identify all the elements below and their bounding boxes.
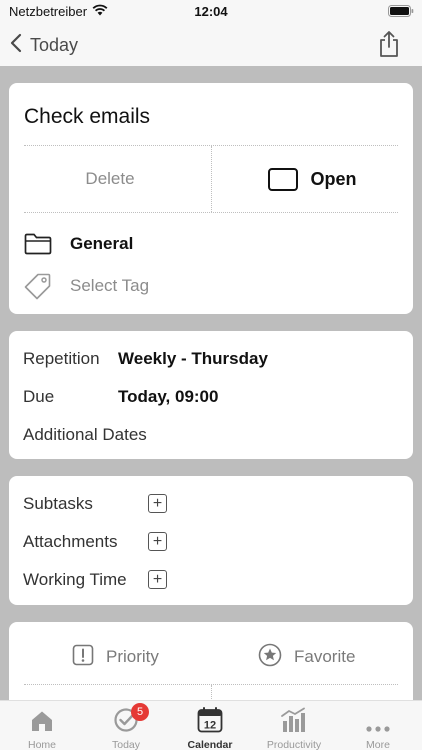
- share-button[interactable]: [378, 30, 400, 63]
- delete-button[interactable]: Delete: [9, 146, 211, 212]
- working-time-label: Working Time: [23, 570, 127, 589]
- star-icon: [258, 643, 282, 672]
- calendar-icon: 12: [197, 705, 223, 733]
- category-label: General: [70, 234, 134, 253]
- divider: [24, 212, 398, 213]
- tab-label: More: [366, 739, 390, 750]
- subtasks-label: Subtasks: [23, 494, 93, 513]
- calendar-day: 12: [204, 720, 216, 732]
- status-label: Open: [310, 168, 357, 189]
- favorite-label: Favorite: [294, 647, 356, 666]
- priority-label: Priority: [106, 647, 159, 666]
- battery-icon: [388, 5, 414, 20]
- checkbox-icon: [268, 167, 299, 191]
- more-icon: [365, 705, 391, 733]
- subtasks-row[interactable]: Subtasks: [23, 494, 93, 514]
- due-label[interactable]: Due: [23, 387, 54, 407]
- folder-icon: [24, 233, 70, 255]
- tab-bar: Home 5 Today 12 Calendar Productivity Mo…: [0, 700, 422, 750]
- divider: [211, 685, 212, 700]
- attachments-label: Attachments: [23, 532, 118, 551]
- status-bar: Netzbetreiber 12:04: [0, 0, 422, 24]
- plus-icon: +: [152, 532, 163, 550]
- extras-card: Subtasks + Attachments + Working Time +: [9, 476, 413, 605]
- priority-button[interactable]: Priority: [72, 642, 159, 672]
- repetition-value[interactable]: Weekly - Thursday: [118, 349, 268, 369]
- chevron-left-icon: [10, 33, 22, 58]
- tab-label: Home: [27, 739, 56, 750]
- tab-today[interactable]: 5 Today: [84, 703, 168, 750]
- back-button[interactable]: Today: [10, 31, 78, 59]
- productivity-icon: [280, 705, 308, 733]
- working-time-row[interactable]: Working Time: [23, 570, 127, 590]
- task-detail-content[interactable]: Check emails Delete Open General Select …: [0, 66, 422, 700]
- due-value[interactable]: Today, 09:00: [118, 387, 218, 407]
- tab-label: Calendar: [187, 739, 233, 750]
- repetition-label[interactable]: Repetition: [23, 349, 100, 369]
- tab-home[interactable]: Home: [0, 705, 84, 750]
- schedule-card: Repetition Weekly - Thursday Due Today, …: [9, 331, 413, 459]
- additional-dates-button[interactable]: Additional Dates: [23, 425, 147, 445]
- tab-label: Productivity: [266, 739, 322, 750]
- tab-label: Today: [111, 739, 141, 750]
- add-subtask-button[interactable]: +: [148, 494, 167, 513]
- add-attachment-button[interactable]: +: [148, 532, 167, 551]
- status-toggle-button[interactable]: Open: [212, 146, 413, 212]
- task-title[interactable]: Check emails: [24, 105, 150, 129]
- flags-card: Priority Favorite: [9, 622, 413, 700]
- category-row[interactable]: General: [24, 233, 133, 255]
- tag-row[interactable]: Select Tag: [24, 272, 149, 300]
- tag-icon: [24, 272, 70, 300]
- tag-placeholder: Select Tag: [70, 276, 150, 295]
- priority-icon: [72, 644, 94, 671]
- task-card: Check emails Delete Open General Select …: [9, 83, 413, 314]
- nav-bar: Today: [0, 24, 422, 66]
- today-badge: 5: [131, 703, 149, 721]
- today-icon: 5: [113, 703, 149, 733]
- plus-icon: +: [152, 494, 163, 512]
- back-label: Today: [30, 34, 79, 55]
- top-bar: Netzbetreiber 12:04 Today: [0, 0, 422, 66]
- add-working-time-button[interactable]: +: [148, 570, 167, 589]
- attachments-row[interactable]: Attachments: [23, 532, 118, 552]
- tab-productivity[interactable]: Productivity: [252, 705, 336, 750]
- share-icon: [378, 31, 400, 62]
- plus-icon: +: [152, 570, 163, 588]
- home-icon: [30, 705, 54, 733]
- tab-more[interactable]: More: [336, 705, 420, 750]
- favorite-button[interactable]: Favorite: [258, 642, 355, 672]
- tab-calendar[interactable]: 12 Calendar: [168, 705, 252, 750]
- clock: 12:04: [194, 4, 228, 19]
